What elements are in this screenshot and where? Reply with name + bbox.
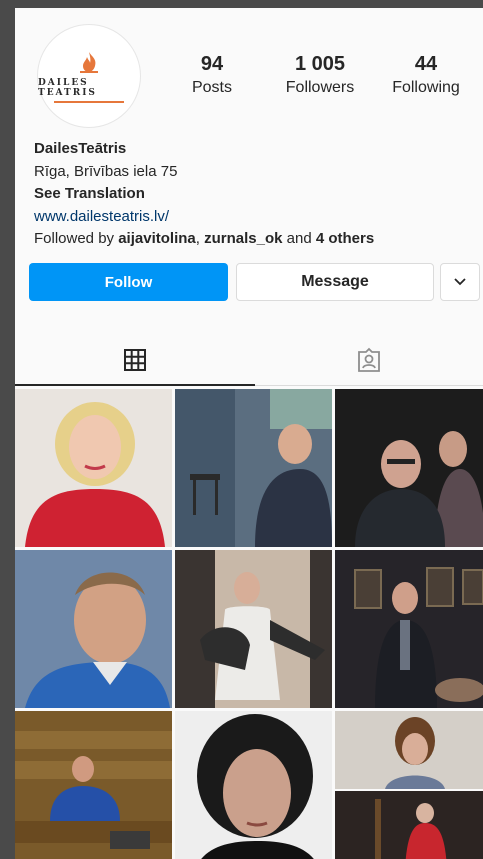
- posts-label: Posts: [191, 79, 232, 96]
- post-thumbnail-2[interactable]: [175, 389, 332, 547]
- profile-screen: DAILES TEATRIS 94 Posts 1 005 Followers …: [15, 8, 483, 859]
- following-count: 44: [414, 53, 438, 75]
- stat-posts[interactable]: 94 Posts: [185, 52, 239, 100]
- stat-following[interactable]: 44 Following: [385, 52, 467, 100]
- photo-man-on-stage: [175, 389, 332, 547]
- following-label: Following: [392, 79, 460, 96]
- tab-posts-grid[interactable]: [15, 342, 255, 378]
- post-thumbnail-9[interactable]: [335, 711, 483, 859]
- followed-by-prefix: Followed by: [34, 230, 119, 247]
- followed-by-user-aijavitolina[interactable]: aijavitolina: [118, 230, 196, 247]
- photo-collage-woman-robed-man: [335, 711, 483, 859]
- profile-address: Rīga, Brīvības iela 75: [34, 162, 178, 180]
- followed-by-others[interactable]: 4 others: [316, 230, 374, 247]
- posts-count: 94: [200, 53, 224, 75]
- profile-name: DailesTeātris: [34, 140, 127, 157]
- post-thumbnail-1[interactable]: [15, 389, 172, 547]
- post-thumbnail-4[interactable]: [15, 550, 172, 708]
- post-thumbnail-5[interactable]: [175, 550, 332, 708]
- followed-by-line: Followed by aijavitolina, zurnals_ok and…: [34, 228, 374, 251]
- profile-bio: DailesTeātris Rīga, Brīvības iela 75 See…: [34, 138, 374, 251]
- flame-logo-icon: [80, 51, 98, 73]
- photo-man-blue-jacket: [15, 550, 172, 708]
- photo-woman-white-dress: [175, 550, 332, 708]
- stat-followers[interactable]: 1 005 Followers: [279, 52, 361, 100]
- active-tab-indicator: [15, 384, 255, 386]
- photo-man-theater-seats: [15, 711, 172, 859]
- tagged-icon: [358, 347, 380, 372]
- post-thumbnail-3[interactable]: [335, 389, 483, 547]
- followed-by-separator: ,: [195, 230, 205, 247]
- suggested-accounts-button[interactable]: [440, 263, 480, 301]
- see-translation-link[interactable]: See Translation: [34, 183, 374, 206]
- profile-avatar[interactable]: DAILES TEATRIS: [37, 24, 141, 128]
- photo-man-with-glasses: [335, 389, 483, 547]
- follow-button[interactable]: Follow: [29, 263, 228, 301]
- logo-wordmark: DAILES TEATRIS: [38, 77, 97, 98]
- followed-by-user-zurnals[interactable]: zurnals_ok: [204, 230, 282, 247]
- message-button[interactable]: Message: [236, 263, 434, 301]
- followed-by-and: and: [282, 230, 316, 247]
- posts-grid: [15, 389, 483, 859]
- post-thumbnail-8[interactable]: [175, 711, 332, 859]
- tab-divider: [255, 385, 483, 386]
- photo-man-dark-suit: [335, 550, 483, 708]
- grid-icon: [124, 349, 146, 371]
- followers-label: Followers: [285, 79, 355, 96]
- website-link[interactable]: www.dailesteatris.lv/: [34, 206, 374, 229]
- post-thumbnail-6[interactable]: [335, 550, 483, 708]
- photo-blonde-woman: [15, 389, 172, 547]
- post-thumbnail-7[interactable]: [15, 711, 172, 859]
- photo-woman-curly-hair: [175, 711, 332, 859]
- logo-underline: [54, 100, 124, 103]
- chevron-down-icon: [454, 278, 466, 286]
- tab-tagged[interactable]: [255, 342, 483, 378]
- followers-count: 1 005: [294, 53, 346, 75]
